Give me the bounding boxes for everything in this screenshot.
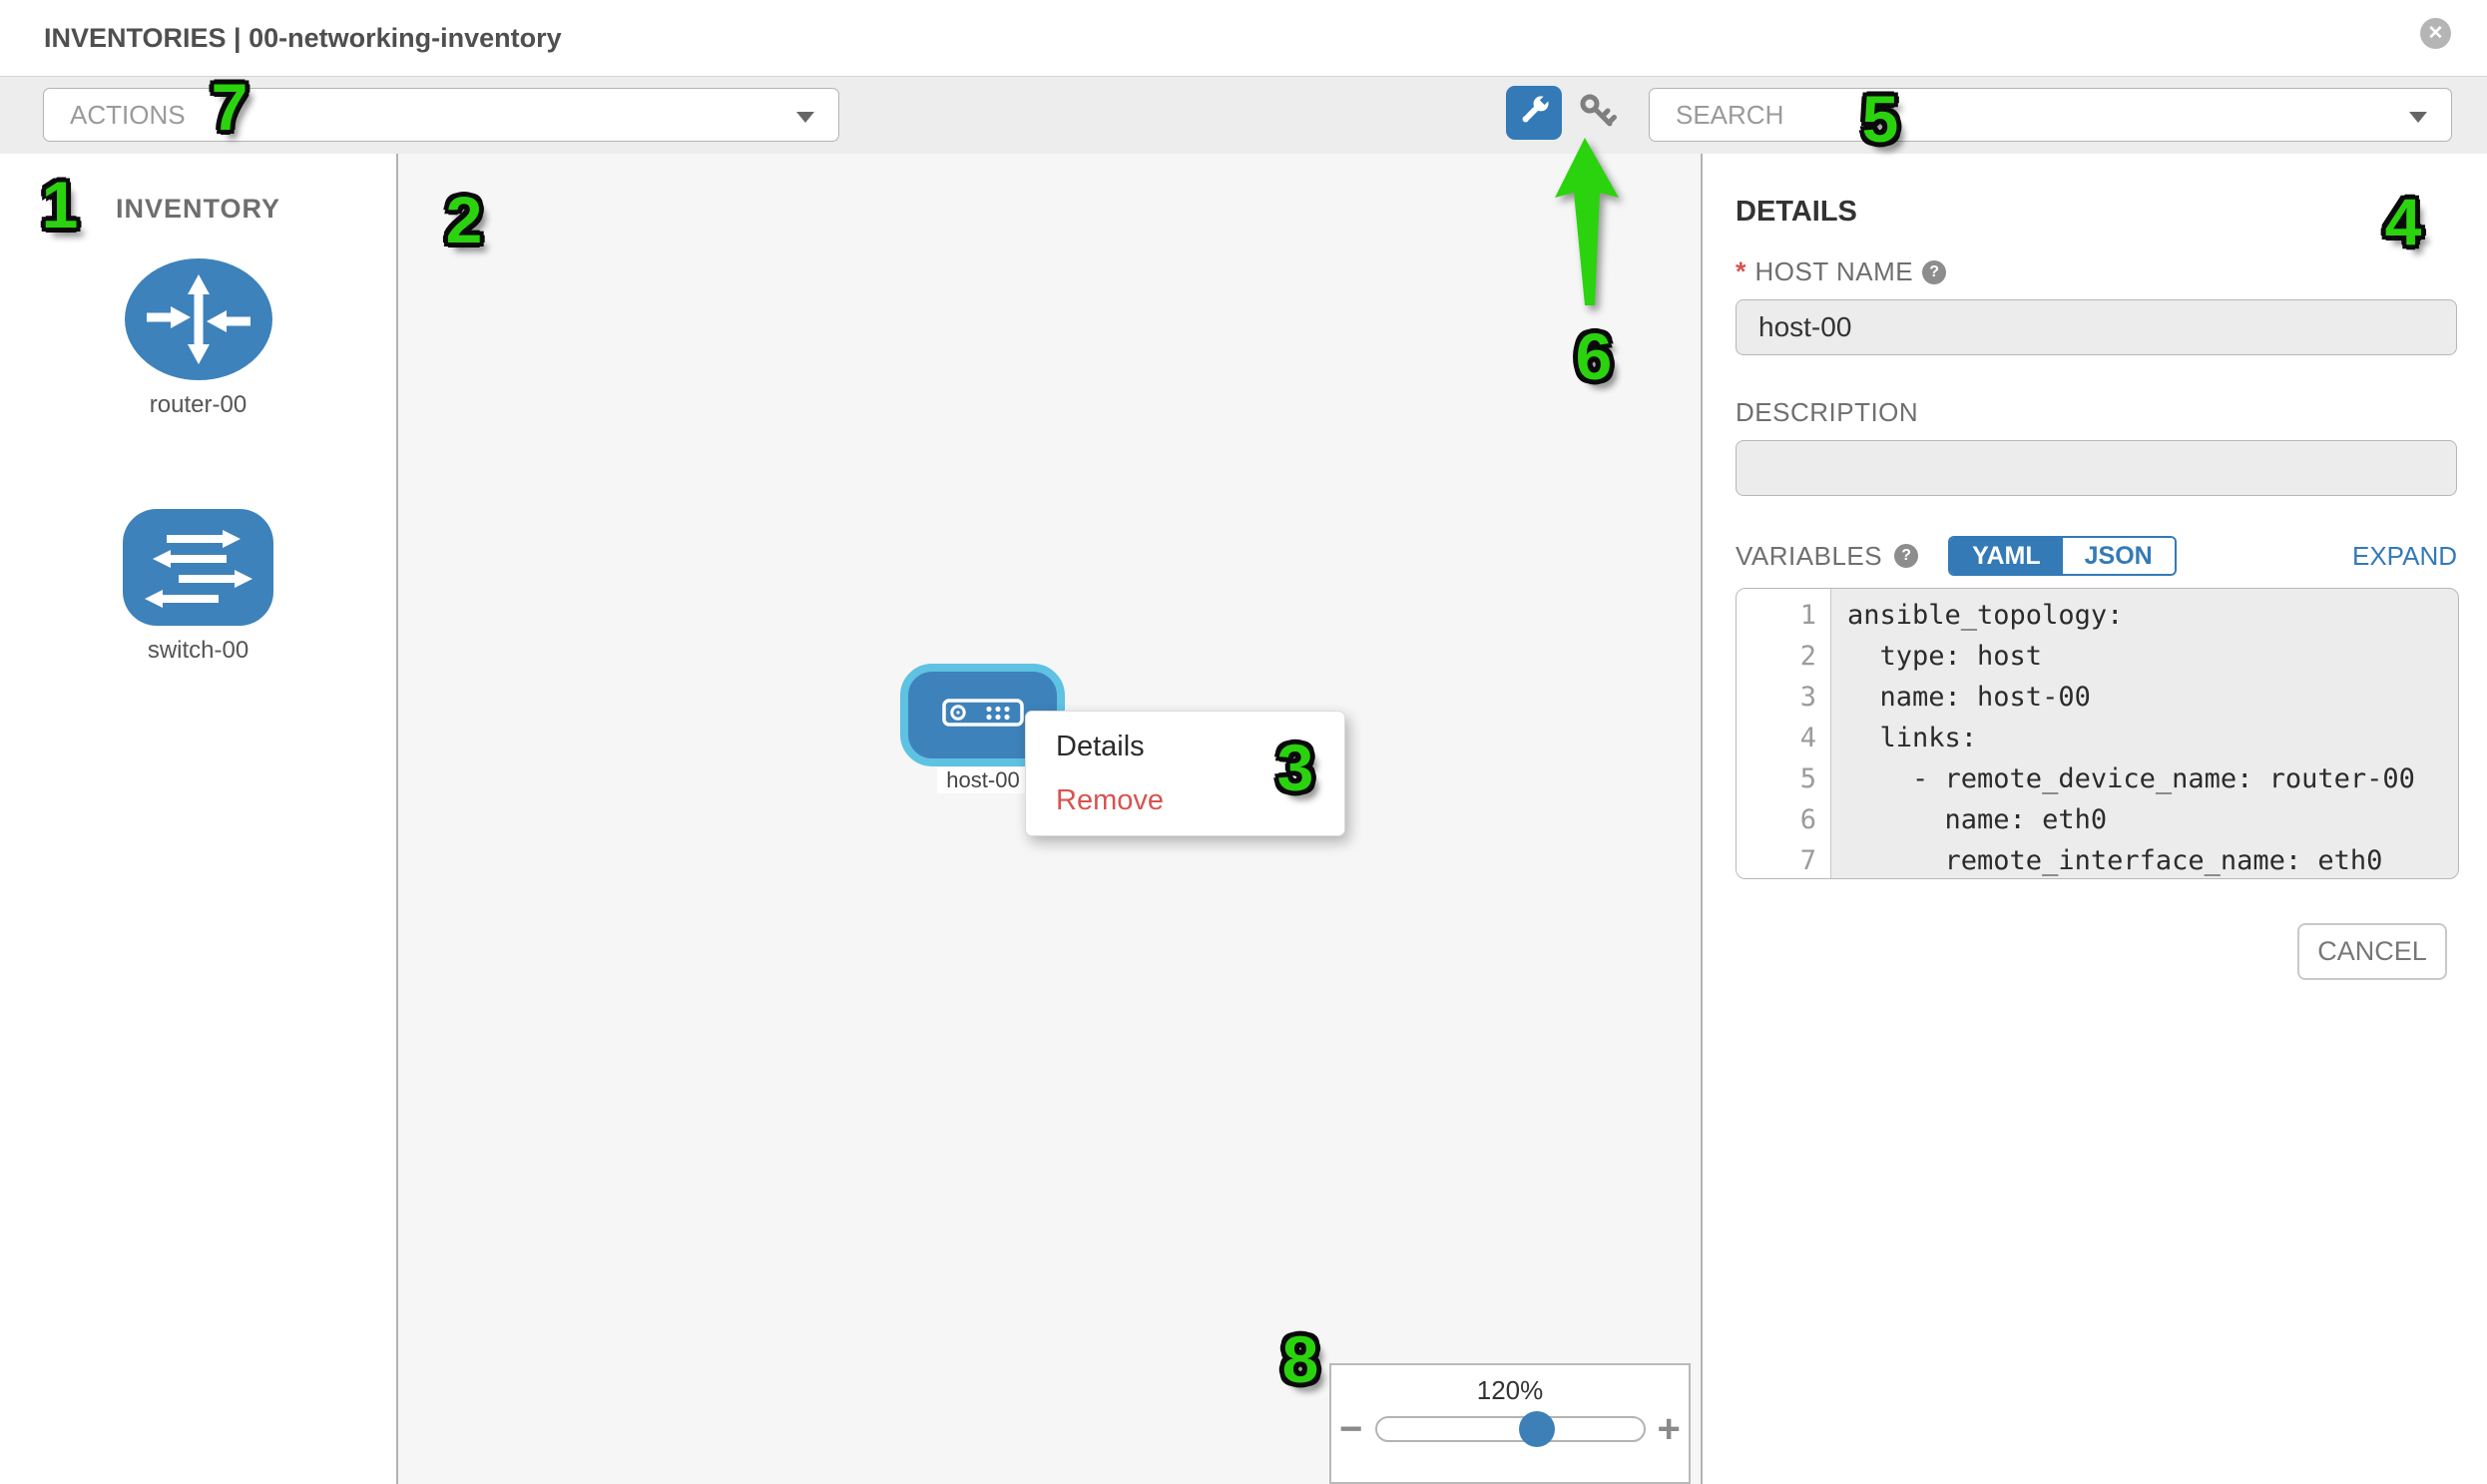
- switch-icon: [123, 613, 273, 630]
- zoom-slider-track[interactable]: [1375, 1416, 1646, 1442]
- editor-line: remote_interface_name: eth0: [1831, 840, 2458, 879]
- variables-format-toggle: YAML JSON: [1948, 536, 2177, 576]
- palette-item-label: router-00: [0, 391, 396, 419]
- palette-item-router[interactable]: router-00: [0, 258, 396, 419]
- actions-dropdown-placeholder: ACTIONS: [70, 89, 186, 141]
- key-button[interactable]: [1575, 91, 1621, 137]
- palette-item-label: switch-00: [0, 637, 396, 665]
- cancel-button[interactable]: CANCEL: [2297, 923, 2447, 980]
- editor-line-number: 2: [1737, 636, 1830, 677]
- editor-line: ansible_topology:: [1831, 595, 2458, 636]
- search-placeholder: SEARCH: [1676, 89, 1783, 141]
- tools-button[interactable]: [1506, 86, 1562, 140]
- search-dropdown[interactable]: SEARCH: [1649, 88, 2452, 142]
- help-icon[interactable]: ?: [1922, 260, 1946, 284]
- inventory-palette: INVENTORY router-00: [0, 154, 398, 1484]
- editor-line: type: host: [1831, 636, 2458, 677]
- editor-line-number: 7: [1737, 840, 1830, 879]
- host-name-input[interactable]: [1736, 299, 2457, 355]
- zoom-out-button[interactable]: −: [1339, 1414, 1362, 1444]
- expand-link[interactable]: EXPAND: [2352, 541, 2457, 572]
- zoom-control: 120% − +: [1329, 1363, 1691, 1484]
- context-menu: Details Remove: [1025, 711, 1345, 836]
- host-name-label: HOST NAME: [1755, 256, 1914, 287]
- help-icon[interactable]: ?: [1894, 544, 1918, 568]
- details-heading: DETAILS: [1736, 196, 2457, 229]
- key-icon: [1576, 90, 1620, 139]
- editor-line: name: eth0: [1831, 799, 2458, 840]
- details-panel: DETAILS * HOST NAME ? DESCRIPTION VARIAB…: [1701, 154, 2487, 1484]
- editor-line-number: 6: [1737, 799, 1830, 840]
- wrench-icon: [1514, 91, 1554, 136]
- description-input[interactable]: [1736, 440, 2457, 496]
- context-menu-item-remove[interactable]: Remove: [1026, 773, 1344, 827]
- toolbar: ACTIONS: [0, 77, 2487, 155]
- variables-editor[interactable]: 1234567 ansible_topology: type: host nam…: [1736, 588, 2459, 879]
- palette-heading: INVENTORY: [0, 194, 396, 225]
- editor-line-number: 5: [1737, 758, 1830, 799]
- breadcrumb: INVENTORIES | 00-networking-inventory: [44, 0, 562, 76]
- editor-line: name: host-00: [1831, 677, 2458, 718]
- variables-label: VARIABLES: [1736, 541, 1882, 572]
- host-icon: [942, 699, 1024, 732]
- header-bar: INVENTORIES | 00-networking-inventory ✕: [0, 0, 2487, 77]
- editor-code: ansible_topology: type: host name: host-…: [1831, 589, 2458, 878]
- json-toggle[interactable]: JSON: [2063, 538, 2175, 574]
- zoom-percent-label: 120%: [1331, 1375, 1689, 1406]
- editor-line: - remote_device_name: router-00: [1831, 758, 2458, 799]
- editor-line: links:: [1831, 718, 2458, 758]
- zoom-slider-thumb[interactable]: [1519, 1411, 1555, 1447]
- chevron-down-icon: [2409, 112, 2427, 123]
- editor-line-number: 4: [1737, 718, 1830, 758]
- inventory-topology-app: INVENTORIES | 00-networking-inventory ✕ …: [0, 0, 2487, 1484]
- host-node-label: host-00: [937, 767, 1029, 793]
- chevron-down-icon: [796, 112, 814, 123]
- router-icon: [125, 367, 272, 384]
- editor-line-number: 3: [1737, 677, 1830, 718]
- required-marker: *: [1736, 256, 1746, 287]
- editor-line-number: 1: [1737, 595, 1830, 636]
- description-label: DESCRIPTION: [1736, 397, 1918, 428]
- palette-item-switch[interactable]: switch-00: [0, 509, 396, 665]
- context-menu-item-details[interactable]: Details: [1026, 720, 1344, 773]
- close-icon[interactable]: ✕: [2420, 18, 2451, 49]
- editor-line-numbers: 1234567: [1737, 589, 1831, 878]
- actions-dropdown[interactable]: ACTIONS: [43, 88, 839, 142]
- zoom-in-button[interactable]: +: [1658, 1414, 1681, 1444]
- yaml-toggle[interactable]: YAML: [1950, 538, 2063, 574]
